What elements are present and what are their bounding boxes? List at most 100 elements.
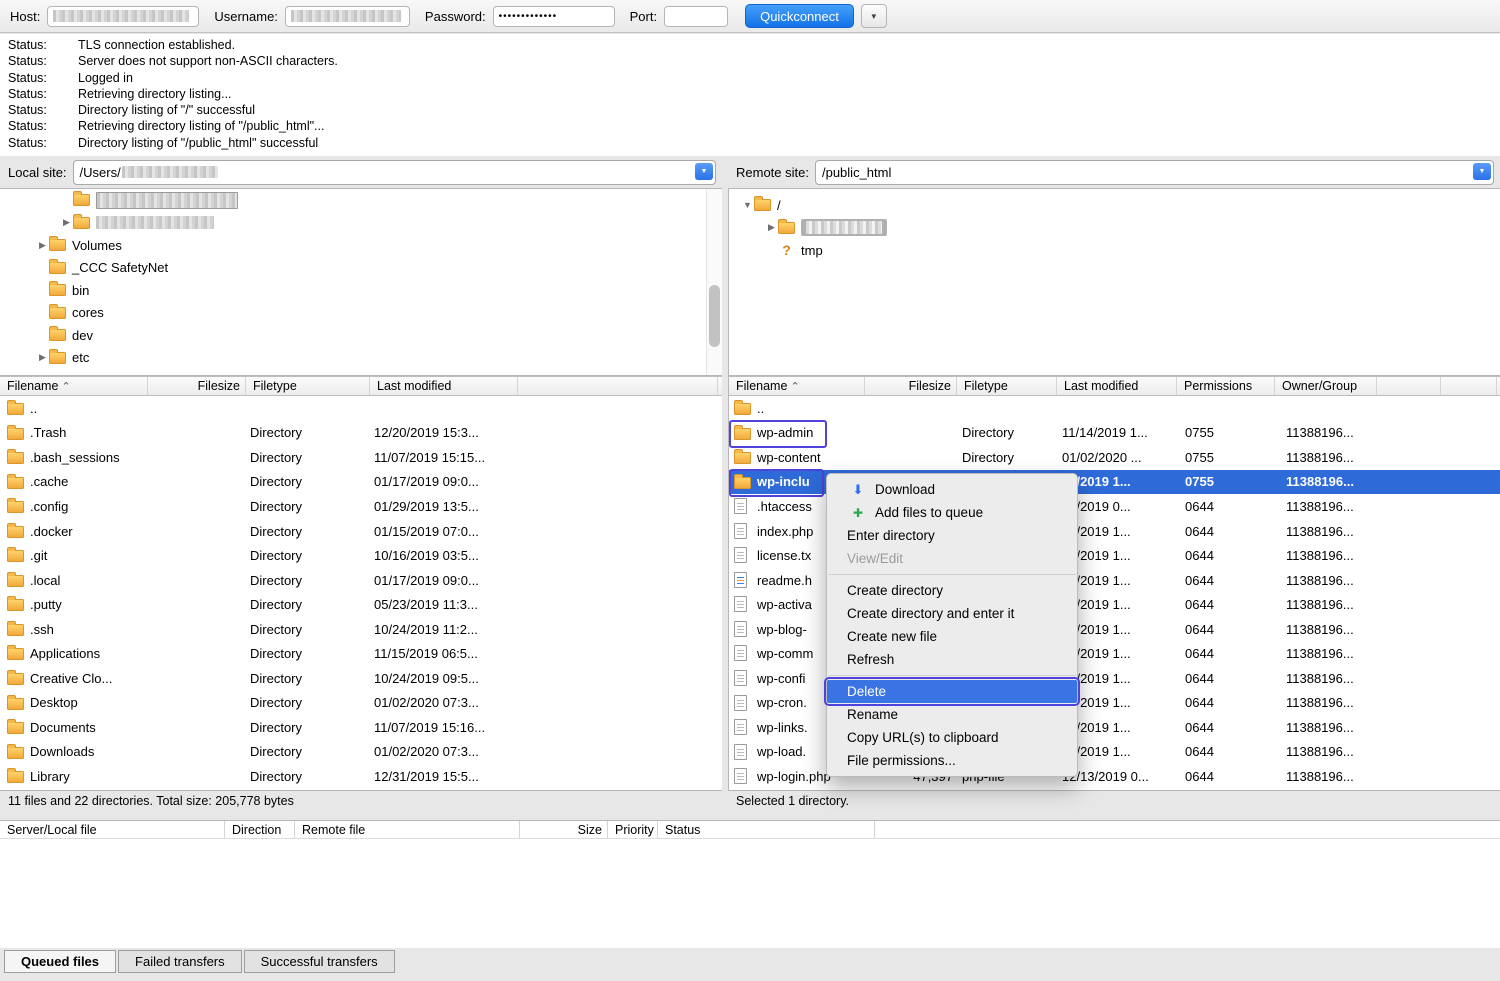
queue-column-status[interactable]: Status	[658, 821, 875, 838]
local-tree-item-dev[interactable]: dev	[0, 324, 722, 347]
folder-icon	[7, 722, 24, 734]
file-row-[interactable]: ..	[0, 396, 722, 421]
menu-item-add-files-to-queue[interactable]: ✚Add files to queue	[827, 501, 1077, 524]
menu-item-create-new-file[interactable]: Create new file	[827, 625, 1077, 648]
remote-tree-item-tmp[interactable]: ?tmp	[729, 239, 1500, 262]
queue-column-direction[interactable]: Direction	[225, 821, 295, 838]
tab-queued-files[interactable]: Queued files	[4, 950, 116, 973]
file-row-putty[interactable]: .puttyDirectory05/23/2019 11:3...	[0, 592, 722, 617]
file-icon	[734, 719, 747, 735]
file-cell: Directory	[250, 617, 302, 642]
file-row-local[interactable]: .localDirectory01/17/2019 09:0...	[0, 568, 722, 593]
chevron-right-icon[interactable]: ▶	[36, 240, 49, 251]
remote-path-dropdown-button[interactable]: ▼	[1473, 163, 1491, 180]
menu-item-delete[interactable]: Delete	[827, 680, 1077, 703]
menu-item-create-directory-and-enter-it[interactable]: Create directory and enter it	[827, 602, 1077, 625]
column-header-filename[interactable]: Filename ⌃	[0, 377, 148, 395]
file-row-desktop[interactable]: DesktopDirectory01/02/2020 07:3...	[0, 691, 722, 716]
menu-item-create-directory[interactable]: Create directory	[827, 579, 1077, 602]
remote-tree-item-public-html[interactable]: ▶	[729, 217, 1500, 240]
file-row-applications[interactable]: ApplicationsDirectory11/15/2019 06:5...	[0, 641, 722, 666]
queue-column-remote-file[interactable]: Remote file	[295, 821, 520, 838]
file-row-ssh[interactable]: .sshDirectory10/24/2019 11:2...	[0, 617, 722, 642]
menu-item-file-permissions[interactable]: File permissions...	[827, 749, 1077, 772]
column-header-permissions[interactable]: Permissions	[1177, 377, 1275, 395]
quickconnect-button[interactable]: Quickconnect	[745, 4, 854, 28]
file-cell: .cache	[30, 470, 68, 495]
column-header-last-modified[interactable]: Last modified	[370, 377, 518, 395]
file-cell: 0644	[1185, 543, 1214, 568]
column-header-last-modified[interactable]: Last modified	[1057, 377, 1177, 395]
menu-item-label: File permissions...	[847, 753, 956, 768]
file-row-config[interactable]: .configDirectory01/29/2019 13:5...	[0, 494, 722, 519]
status-line: Status:Logged in	[0, 70, 1500, 86]
queue-column-server-local-file[interactable]: Server/Local file	[0, 821, 225, 838]
file-row-cache[interactable]: .cacheDirectory01/17/2019 09:0...	[0, 470, 722, 495]
file-cell: .putty	[30, 592, 62, 617]
folder-icon	[7, 648, 24, 660]
file-row-bash-sessions[interactable]: .bash_sessionsDirectory11/07/2019 15:15.…	[0, 445, 722, 470]
file-cell: 11388196...	[1286, 519, 1354, 544]
file-cell: Directory	[250, 494, 302, 519]
column-header-filesize[interactable]: Filesize	[148, 377, 246, 395]
file-cell	[148, 740, 242, 765]
tab-failed-transfers[interactable]: Failed transfers	[118, 950, 242, 973]
folder-icon	[49, 329, 66, 341]
local-tree-item[interactable]: ▶	[0, 212, 722, 235]
remote-tree-item-[interactable]: ▼/	[729, 194, 1500, 217]
file-cell	[148, 445, 242, 470]
local-tree-item-ccc-safetynet[interactable]: _CCC SafetyNet	[0, 257, 722, 280]
chevron-right-icon[interactable]: ▶	[36, 352, 49, 363]
menu-item-download[interactable]: ⬇Download	[827, 478, 1077, 501]
chevron-right-icon[interactable]: ▶	[60, 217, 73, 228]
queue-column-priority[interactable]: Priority	[608, 821, 658, 838]
file-row-library[interactable]: LibraryDirectory12/31/2019 15:5...	[0, 764, 722, 789]
file-row-wp-admin[interactable]: wp-adminDirectory11/14/2019 1...07551138…	[729, 421, 1500, 446]
local-tree-item[interactable]	[0, 189, 722, 212]
menu-item-rename[interactable]: Rename	[827, 703, 1077, 726]
host-input[interactable]	[47, 6, 199, 27]
file-cell: 11388196...	[1286, 764, 1354, 789]
password-input[interactable]: •••••••••••••	[493, 6, 615, 27]
quickconnect-dropdown-button[interactable]: ▼	[861, 4, 887, 28]
remote-list-header: Filename ⌃FilesizeFiletypeLast modifiedP…	[728, 376, 1500, 396]
column-header-owner-group[interactable]: Owner/Group	[1275, 377, 1377, 395]
file-row-downloads[interactable]: DownloadsDirectory01/02/2020 07:3...	[0, 740, 722, 765]
transfer-queue-header: Server/Local fileDirectionRemote fileSiz…	[0, 820, 1500, 839]
column-header-filesize[interactable]: Filesize	[865, 377, 957, 395]
local-tree-item-bin[interactable]: bin	[0, 279, 722, 302]
column-header-filetype[interactable]: Filetype	[957, 377, 1057, 395]
file-row-documents[interactable]: DocumentsDirectory11/07/2019 15:16...	[0, 715, 722, 740]
file-row-[interactable]: ..	[729, 396, 1500, 421]
port-input[interactable]	[664, 6, 728, 27]
file-row-wp-content[interactable]: wp-contentDirectory01/02/2020 ...0755113…	[729, 445, 1500, 470]
column-header-filename[interactable]: Filename ⌃	[729, 377, 865, 395]
menu-item-enter-directory[interactable]: Enter directory	[827, 524, 1077, 547]
tab-successful-transfers[interactable]: Successful transfers	[244, 950, 395, 973]
menu-item-label: Add files to queue	[875, 505, 983, 520]
file-cell: 11388196...	[1286, 691, 1354, 716]
local-site-bar: Local site: /Users/ ▼	[0, 156, 722, 188]
menu-item-refresh[interactable]: Refresh	[827, 648, 1077, 671]
file-row-docker[interactable]: .dockerDirectory01/15/2019 07:0...	[0, 519, 722, 544]
file-cell	[148, 421, 242, 446]
username-input[interactable]	[285, 6, 410, 27]
local-tree-item-etc[interactable]: ▶etc	[0, 347, 722, 370]
menu-item-copy-url-s-to-clipboard[interactable]: Copy URL(s) to clipboard	[827, 726, 1077, 749]
file-cell	[148, 470, 242, 495]
chevron-down-icon[interactable]: ▼	[741, 200, 754, 210]
file-row-trash[interactable]: .TrashDirectory12/20/2019 15:3...	[0, 421, 722, 446]
file-row-git[interactable]: .gitDirectory10/16/2019 03:5...	[0, 543, 722, 568]
chevron-right-icon[interactable]: ▶	[765, 222, 778, 233]
file-row-creative-clo[interactable]: Creative Clo...Directory10/24/2019 09:5.…	[0, 666, 722, 691]
remote-path-select[interactable]: /public_html ▼	[815, 160, 1494, 185]
queue-column-size[interactable]: Size	[520, 821, 608, 838]
message-log: Status:TLS connection established.Status…	[0, 34, 1500, 156]
local-path-dropdown-button[interactable]: ▼	[695, 163, 713, 180]
local-path-select[interactable]: /Users/ ▼	[73, 160, 716, 185]
tree-item-label: /	[777, 198, 781, 213]
local-tree-item-volumes[interactable]: ▶Volumes	[0, 234, 722, 257]
local-tree-item-cores[interactable]: cores	[0, 302, 722, 325]
file-cell: Directory	[250, 568, 302, 593]
column-header-filetype[interactable]: Filetype	[246, 377, 370, 395]
